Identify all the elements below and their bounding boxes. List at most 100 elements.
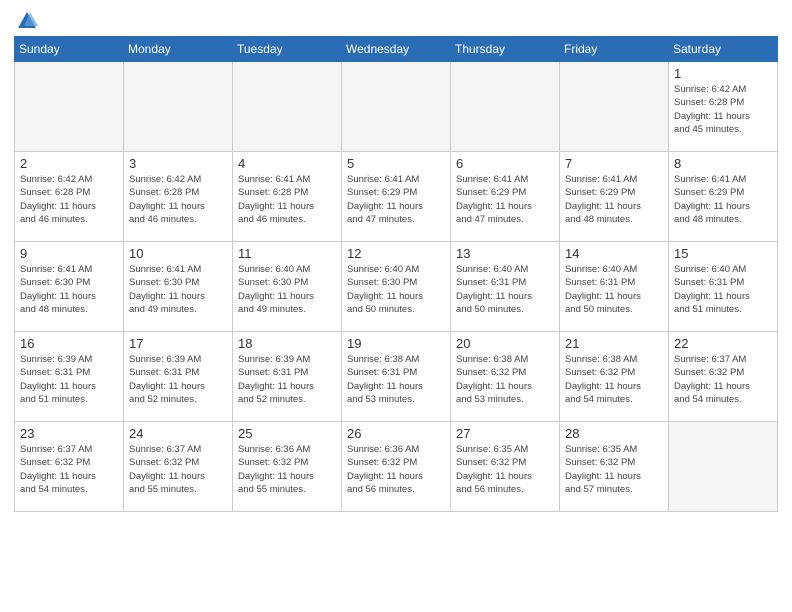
day-info: Sunrise: 6:36 AM Sunset: 6:32 PM Dayligh…	[347, 443, 445, 496]
day-number: 26	[347, 426, 445, 441]
day-info: Sunrise: 6:37 AM Sunset: 6:32 PM Dayligh…	[20, 443, 118, 496]
day-info: Sunrise: 6:42 AM Sunset: 6:28 PM Dayligh…	[129, 173, 227, 226]
day-number: 19	[347, 336, 445, 351]
day-info: Sunrise: 6:40 AM Sunset: 6:31 PM Dayligh…	[674, 263, 772, 316]
calendar-cell: 3Sunrise: 6:42 AM Sunset: 6:28 PM Daylig…	[124, 152, 233, 242]
calendar-cell: 4Sunrise: 6:41 AM Sunset: 6:28 PM Daylig…	[233, 152, 342, 242]
calendar-cell: 8 Sunrise: 6:41 AM Sunset: 6:29 PM Daylig…	[669, 152, 778, 242]
logo-area	[14, 10, 38, 28]
day-number: 1	[674, 66, 772, 81]
calendar-cell	[124, 62, 233, 152]
day-number: 9	[20, 246, 118, 261]
day-number: 14	[565, 246, 663, 261]
day-number: 21	[565, 336, 663, 351]
calendar-cell: 26 Sunrise: 6:36 AM Sunset: 6:32 PM Dayli…	[342, 422, 451, 512]
calendar-cell: 12 Sunrise: 6:40 AM Sunset: 6:30 PM Dayli…	[342, 242, 451, 332]
day-info: Sunrise: 6:41 AM Sunset: 6:30 PM Dayligh…	[20, 263, 118, 316]
calendar-cell	[15, 62, 124, 152]
day-info: Sunrise: 6:35 AM Sunset: 6:32 PM Dayligh…	[456, 443, 554, 496]
calendar-cell: 28 Sunrise: 6:35 AM Sunset: 6:32 PM Dayli…	[560, 422, 669, 512]
day-number: 8	[674, 156, 772, 171]
day-info: Sunrise: 6:38 AM Sunset: 6:32 PM Dayligh…	[565, 353, 663, 406]
weekday-header-row: SundayMondayTuesdayWednesdayThursdayFrid…	[15, 37, 778, 62]
logo-icon	[16, 10, 38, 32]
day-info: Sunrise: 6:40 AM Sunset: 6:31 PM Dayligh…	[565, 263, 663, 316]
calendar-cell	[342, 62, 451, 152]
calendar-cell: 20 Sunrise: 6:38 AM Sunset: 6:32 PM Dayli…	[451, 332, 560, 422]
calendar-cell: 24Sunrise: 6:37 AM Sunset: 6:32 PM Dayli…	[124, 422, 233, 512]
day-info: Sunrise: 6:35 AM Sunset: 6:32 PM Dayligh…	[565, 443, 663, 496]
header	[14, 10, 778, 28]
day-info: Sunrise: 6:38 AM Sunset: 6:31 PM Dayligh…	[347, 353, 445, 406]
calendar-cell	[560, 62, 669, 152]
week-row-4: 16 Sunrise: 6:39 AM Sunset: 6:31 PM Dayli…	[15, 332, 778, 422]
day-number: 23	[20, 426, 118, 441]
day-info: Sunrise: 6:41 AM Sunset: 6:29 PM Dayligh…	[347, 173, 445, 226]
day-info: Sunrise: 6:40 AM Sunset: 6:30 PM Dayligh…	[238, 263, 336, 316]
day-info: Sunrise: 6:39 AM Sunset: 6:31 PM Dayligh…	[129, 353, 227, 406]
day-info: Sunrise: 6:42 AM Sunset: 6:28 PM Dayligh…	[674, 83, 772, 136]
day-info: Sunrise: 6:38 AM Sunset: 6:32 PM Dayligh…	[456, 353, 554, 406]
calendar-cell: 21 Sunrise: 6:38 AM Sunset: 6:32 PM Dayli…	[560, 332, 669, 422]
calendar-cell: 25 Sunrise: 6:36 AM Sunset: 6:32 PM Dayli…	[233, 422, 342, 512]
day-info: Sunrise: 6:41 AM Sunset: 6:30 PM Dayligh…	[129, 263, 227, 316]
calendar-cell: 14 Sunrise: 6:40 AM Sunset: 6:31 PM Dayli…	[560, 242, 669, 332]
calendar-cell	[233, 62, 342, 152]
week-row-2: 2 Sunrise: 6:42 AM Sunset: 6:28 PM Daylig…	[15, 152, 778, 242]
day-info: Sunrise: 6:40 AM Sunset: 6:30 PM Dayligh…	[347, 263, 445, 316]
day-number: 6	[456, 156, 554, 171]
weekday-friday: Friday	[560, 37, 669, 62]
calendar-cell: 19 Sunrise: 6:38 AM Sunset: 6:31 PM Dayli…	[342, 332, 451, 422]
calendar-cell: 17 Sunrise: 6:39 AM Sunset: 6:31 PM Dayli…	[124, 332, 233, 422]
day-number: 13	[456, 246, 554, 261]
day-number: 25	[238, 426, 336, 441]
day-info: Sunrise: 6:37 AM Sunset: 6:32 PM Dayligh…	[674, 353, 772, 406]
calendar-cell: 2 Sunrise: 6:42 AM Sunset: 6:28 PM Daylig…	[15, 152, 124, 242]
calendar-cell: 22Sunrise: 6:37 AM Sunset: 6:32 PM Dayli…	[669, 332, 778, 422]
day-info: Sunrise: 6:41 AM Sunset: 6:29 PM Dayligh…	[456, 173, 554, 226]
day-info: Sunrise: 6:39 AM Sunset: 6:31 PM Dayligh…	[238, 353, 336, 406]
day-number: 15	[674, 246, 772, 261]
weekday-wednesday: Wednesday	[342, 37, 451, 62]
day-info: Sunrise: 6:37 AM Sunset: 6:32 PM Dayligh…	[129, 443, 227, 496]
day-info: Sunrise: 6:41 AM Sunset: 6:29 PM Dayligh…	[674, 173, 772, 226]
day-number: 7	[565, 156, 663, 171]
weekday-saturday: Saturday	[669, 37, 778, 62]
day-number: 17	[129, 336, 227, 351]
calendar-cell: 9 Sunrise: 6:41 AM Sunset: 6:30 PM Daylig…	[15, 242, 124, 332]
page: SundayMondayTuesdayWednesdayThursdayFrid…	[0, 0, 792, 522]
calendar-cell	[669, 422, 778, 512]
day-number: 27	[456, 426, 554, 441]
day-info: Sunrise: 6:42 AM Sunset: 6:28 PM Dayligh…	[20, 173, 118, 226]
weekday-tuesday: Tuesday	[233, 37, 342, 62]
logo	[14, 10, 38, 32]
calendar-cell: 6 Sunrise: 6:41 AM Sunset: 6:29 PM Daylig…	[451, 152, 560, 242]
calendar-cell: 10 Sunrise: 6:41 AM Sunset: 6:30 PM Dayli…	[124, 242, 233, 332]
day-info: Sunrise: 6:39 AM Sunset: 6:31 PM Dayligh…	[20, 353, 118, 406]
day-number: 4	[238, 156, 336, 171]
day-number: 2	[20, 156, 118, 171]
day-number: 10	[129, 246, 227, 261]
calendar-cell: 11Sunrise: 6:40 AM Sunset: 6:30 PM Dayli…	[233, 242, 342, 332]
calendar-cell: 5 Sunrise: 6:41 AM Sunset: 6:29 PM Daylig…	[342, 152, 451, 242]
day-number: 16	[20, 336, 118, 351]
day-number: 12	[347, 246, 445, 261]
day-info: Sunrise: 6:41 AM Sunset: 6:29 PM Dayligh…	[565, 173, 663, 226]
week-row-1: 1 Sunrise: 6:42 AM Sunset: 6:28 PM Daylig…	[15, 62, 778, 152]
calendar-cell: 13 Sunrise: 6:40 AM Sunset: 6:31 PM Dayli…	[451, 242, 560, 332]
day-info: Sunrise: 6:40 AM Sunset: 6:31 PM Dayligh…	[456, 263, 554, 316]
day-info: Sunrise: 6:36 AM Sunset: 6:32 PM Dayligh…	[238, 443, 336, 496]
day-number: 18	[238, 336, 336, 351]
day-number: 5	[347, 156, 445, 171]
calendar-cell: 7 Sunrise: 6:41 AM Sunset: 6:29 PM Daylig…	[560, 152, 669, 242]
calendar-cell: 1 Sunrise: 6:42 AM Sunset: 6:28 PM Daylig…	[669, 62, 778, 152]
week-row-5: 23 Sunrise: 6:37 AM Sunset: 6:32 PM Dayli…	[15, 422, 778, 512]
weekday-monday: Monday	[124, 37, 233, 62]
weekday-thursday: Thursday	[451, 37, 560, 62]
calendar-cell: 16 Sunrise: 6:39 AM Sunset: 6:31 PM Dayli…	[15, 332, 124, 422]
calendar-table: SundayMondayTuesdayWednesdayThursdayFrid…	[14, 36, 778, 512]
calendar-cell	[451, 62, 560, 152]
day-number: 28	[565, 426, 663, 441]
calendar-cell: 18 Sunrise: 6:39 AM Sunset: 6:31 PM Dayli…	[233, 332, 342, 422]
day-number: 20	[456, 336, 554, 351]
